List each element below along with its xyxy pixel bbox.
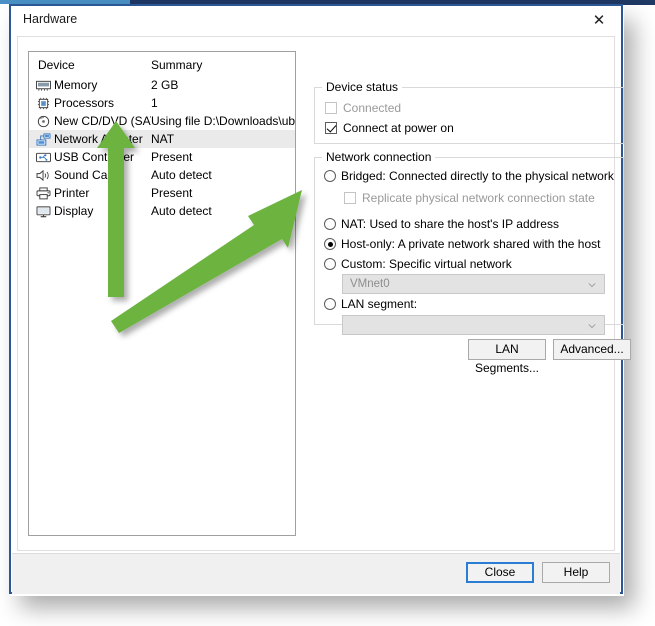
lan-segment-label: LAN segment: xyxy=(341,297,418,311)
radio-custom[interactable]: Custom: Specific virtual network xyxy=(324,257,512,271)
advanced-button[interactable]: Advanced... xyxy=(553,339,631,360)
device-summary: Auto detect xyxy=(151,204,212,218)
hardware-dialog: Hardware ✕ Device Summary Memory 2 GB Proc… xyxy=(9,4,631,594)
device-summary: Present xyxy=(151,150,193,164)
display-icon xyxy=(36,205,51,217)
device-name: Processors xyxy=(54,96,115,110)
sound-icon xyxy=(36,169,49,181)
host-only-radio[interactable] xyxy=(324,238,336,250)
connected-label: Connected xyxy=(343,101,402,115)
device-status-title: Device status xyxy=(322,80,403,94)
chevron-down-icon xyxy=(588,283,596,288)
title-bar: Hardware ✕ xyxy=(11,6,621,34)
connected-checkbox[interactable] xyxy=(325,102,337,114)
custom-label: Custom: Specific virtual network xyxy=(341,257,512,271)
device-name: Sound Card xyxy=(54,168,119,182)
device-summary: NAT xyxy=(151,132,175,146)
device-name: Printer xyxy=(54,186,90,200)
network-connection-title: Network connection xyxy=(322,150,436,164)
radio-host-only[interactable]: Host-only: A private network shared with… xyxy=(324,237,600,251)
lan-segment-combobox[interactable] xyxy=(342,315,605,335)
host-only-label: Host-only: A private network shared with… xyxy=(341,237,601,251)
radio-lan-segment[interactable]: LAN segment: xyxy=(324,297,417,311)
table-row[interactable]: Printer Present xyxy=(29,184,295,202)
device-name: New CD/DVD (SATA) xyxy=(54,114,151,128)
screenshot-root: Hardware ✕ Device Summary Memory 2 GB Proc… xyxy=(0,0,655,626)
column-header-device: Device xyxy=(38,58,75,72)
help-button[interactable]: Help xyxy=(542,562,610,583)
bridged-radio[interactable] xyxy=(324,170,336,182)
device-status-group: Device status Connected Connect at power… xyxy=(314,80,624,144)
table-row[interactable]: Network Adapter NAT xyxy=(29,130,295,148)
device-name: Memory xyxy=(54,78,98,92)
device-summary: 2 GB xyxy=(151,78,179,92)
memory-icon xyxy=(36,80,51,91)
radio-nat[interactable]: NAT: Used to share the host's IP address xyxy=(324,217,559,231)
printer-icon xyxy=(36,186,51,199)
custom-network-value: VMnet0 xyxy=(350,278,390,290)
bridged-label: Bridged: Connected directly to the physi… xyxy=(341,169,614,183)
device-summary: Using file D:\Downloads\ubu… xyxy=(151,114,295,128)
dialog-client-area: Device Summary Memory 2 GB Processors 1 New … xyxy=(11,34,631,594)
column-header-summary: Summary xyxy=(151,58,203,72)
device-summary: Auto detect xyxy=(151,168,212,182)
table-row[interactable]: Sound Card Auto detect xyxy=(29,166,295,184)
network-icon xyxy=(36,132,51,146)
device-name: USB Controller xyxy=(54,150,135,164)
processor-icon xyxy=(37,97,50,109)
nat-label: NAT: Used to share the host's IP address xyxy=(341,217,559,231)
device-summary: Present xyxy=(151,186,193,200)
custom-radio[interactable] xyxy=(324,258,336,270)
connected-checkbox-row[interactable]: Connected xyxy=(325,101,401,115)
connect-at-power-on-row[interactable]: Connect at power on xyxy=(325,121,454,135)
radio-bridged[interactable]: Bridged: Connected directly to the physi… xyxy=(324,169,614,183)
lan-segment-radio[interactable] xyxy=(324,298,336,310)
connect-at-power-on-checkbox[interactable] xyxy=(325,122,337,134)
close-button[interactable]: Close xyxy=(466,562,534,583)
table-row[interactable]: Processors 1 xyxy=(29,94,295,112)
table-row[interactable]: Memory 2 GB xyxy=(29,76,295,94)
custom-network-combobox[interactable]: VMnet0 xyxy=(342,274,605,294)
replicate-label: Replicate physical network connection st… xyxy=(362,191,595,205)
cd-dvd-icon xyxy=(37,115,50,127)
device-name: Display xyxy=(54,204,94,218)
footer-buttons: Close Help xyxy=(466,562,610,583)
replicate-checkbox-row[interactable]: Replicate physical network connection st… xyxy=(344,191,595,205)
network-action-buttons: LAN Segments... Advanced... xyxy=(468,339,631,375)
table-row[interactable]: Display Auto detect xyxy=(29,202,295,220)
device-list[interactable]: Device Summary Memory 2 GB Processors 1 New … xyxy=(28,51,296,536)
network-connection-group: Network connection Bridged: Connected di… xyxy=(314,150,624,335)
connect-at-power-on-label: Connect at power on xyxy=(343,121,454,135)
page-title: Hardware xyxy=(23,12,78,26)
dialog-footer: Close Help xyxy=(12,553,620,594)
table-row[interactable]: USB Controller Present xyxy=(29,148,295,166)
device-summary: 1 xyxy=(151,96,158,110)
chevron-down-icon xyxy=(588,324,596,329)
device-list-body: Memory2 GBProcessors1New CD/DVD (SATA)Us… xyxy=(29,76,295,220)
replicate-checkbox[interactable] xyxy=(344,192,356,204)
device-name: Network Adapter xyxy=(54,132,143,146)
content-panel: Device Summary Memory 2 GB Processors 1 New … xyxy=(17,36,631,589)
nat-radio[interactable] xyxy=(324,218,336,230)
close-icon[interactable]: ✕ xyxy=(577,6,621,34)
usb-icon xyxy=(36,152,51,162)
lan-segments-button[interactable]: LAN Segments... xyxy=(468,339,546,375)
table-row[interactable]: New CD/DVD (SATA)Using file D:\Downloads… xyxy=(29,112,295,130)
device-list-header: Device Summary xyxy=(29,52,295,76)
